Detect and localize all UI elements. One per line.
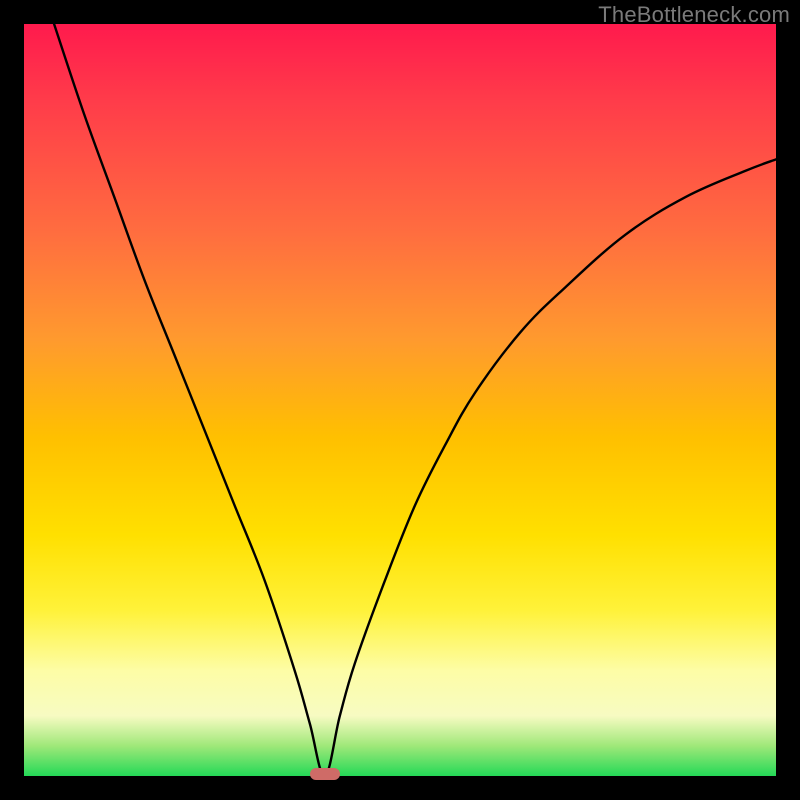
- plot-area: [24, 24, 776, 776]
- bottleneck-curve: [24, 24, 776, 776]
- watermark-text: TheBottleneck.com: [598, 2, 790, 28]
- minimum-marker: [310, 768, 340, 780]
- chart-frame: TheBottleneck.com: [0, 0, 800, 800]
